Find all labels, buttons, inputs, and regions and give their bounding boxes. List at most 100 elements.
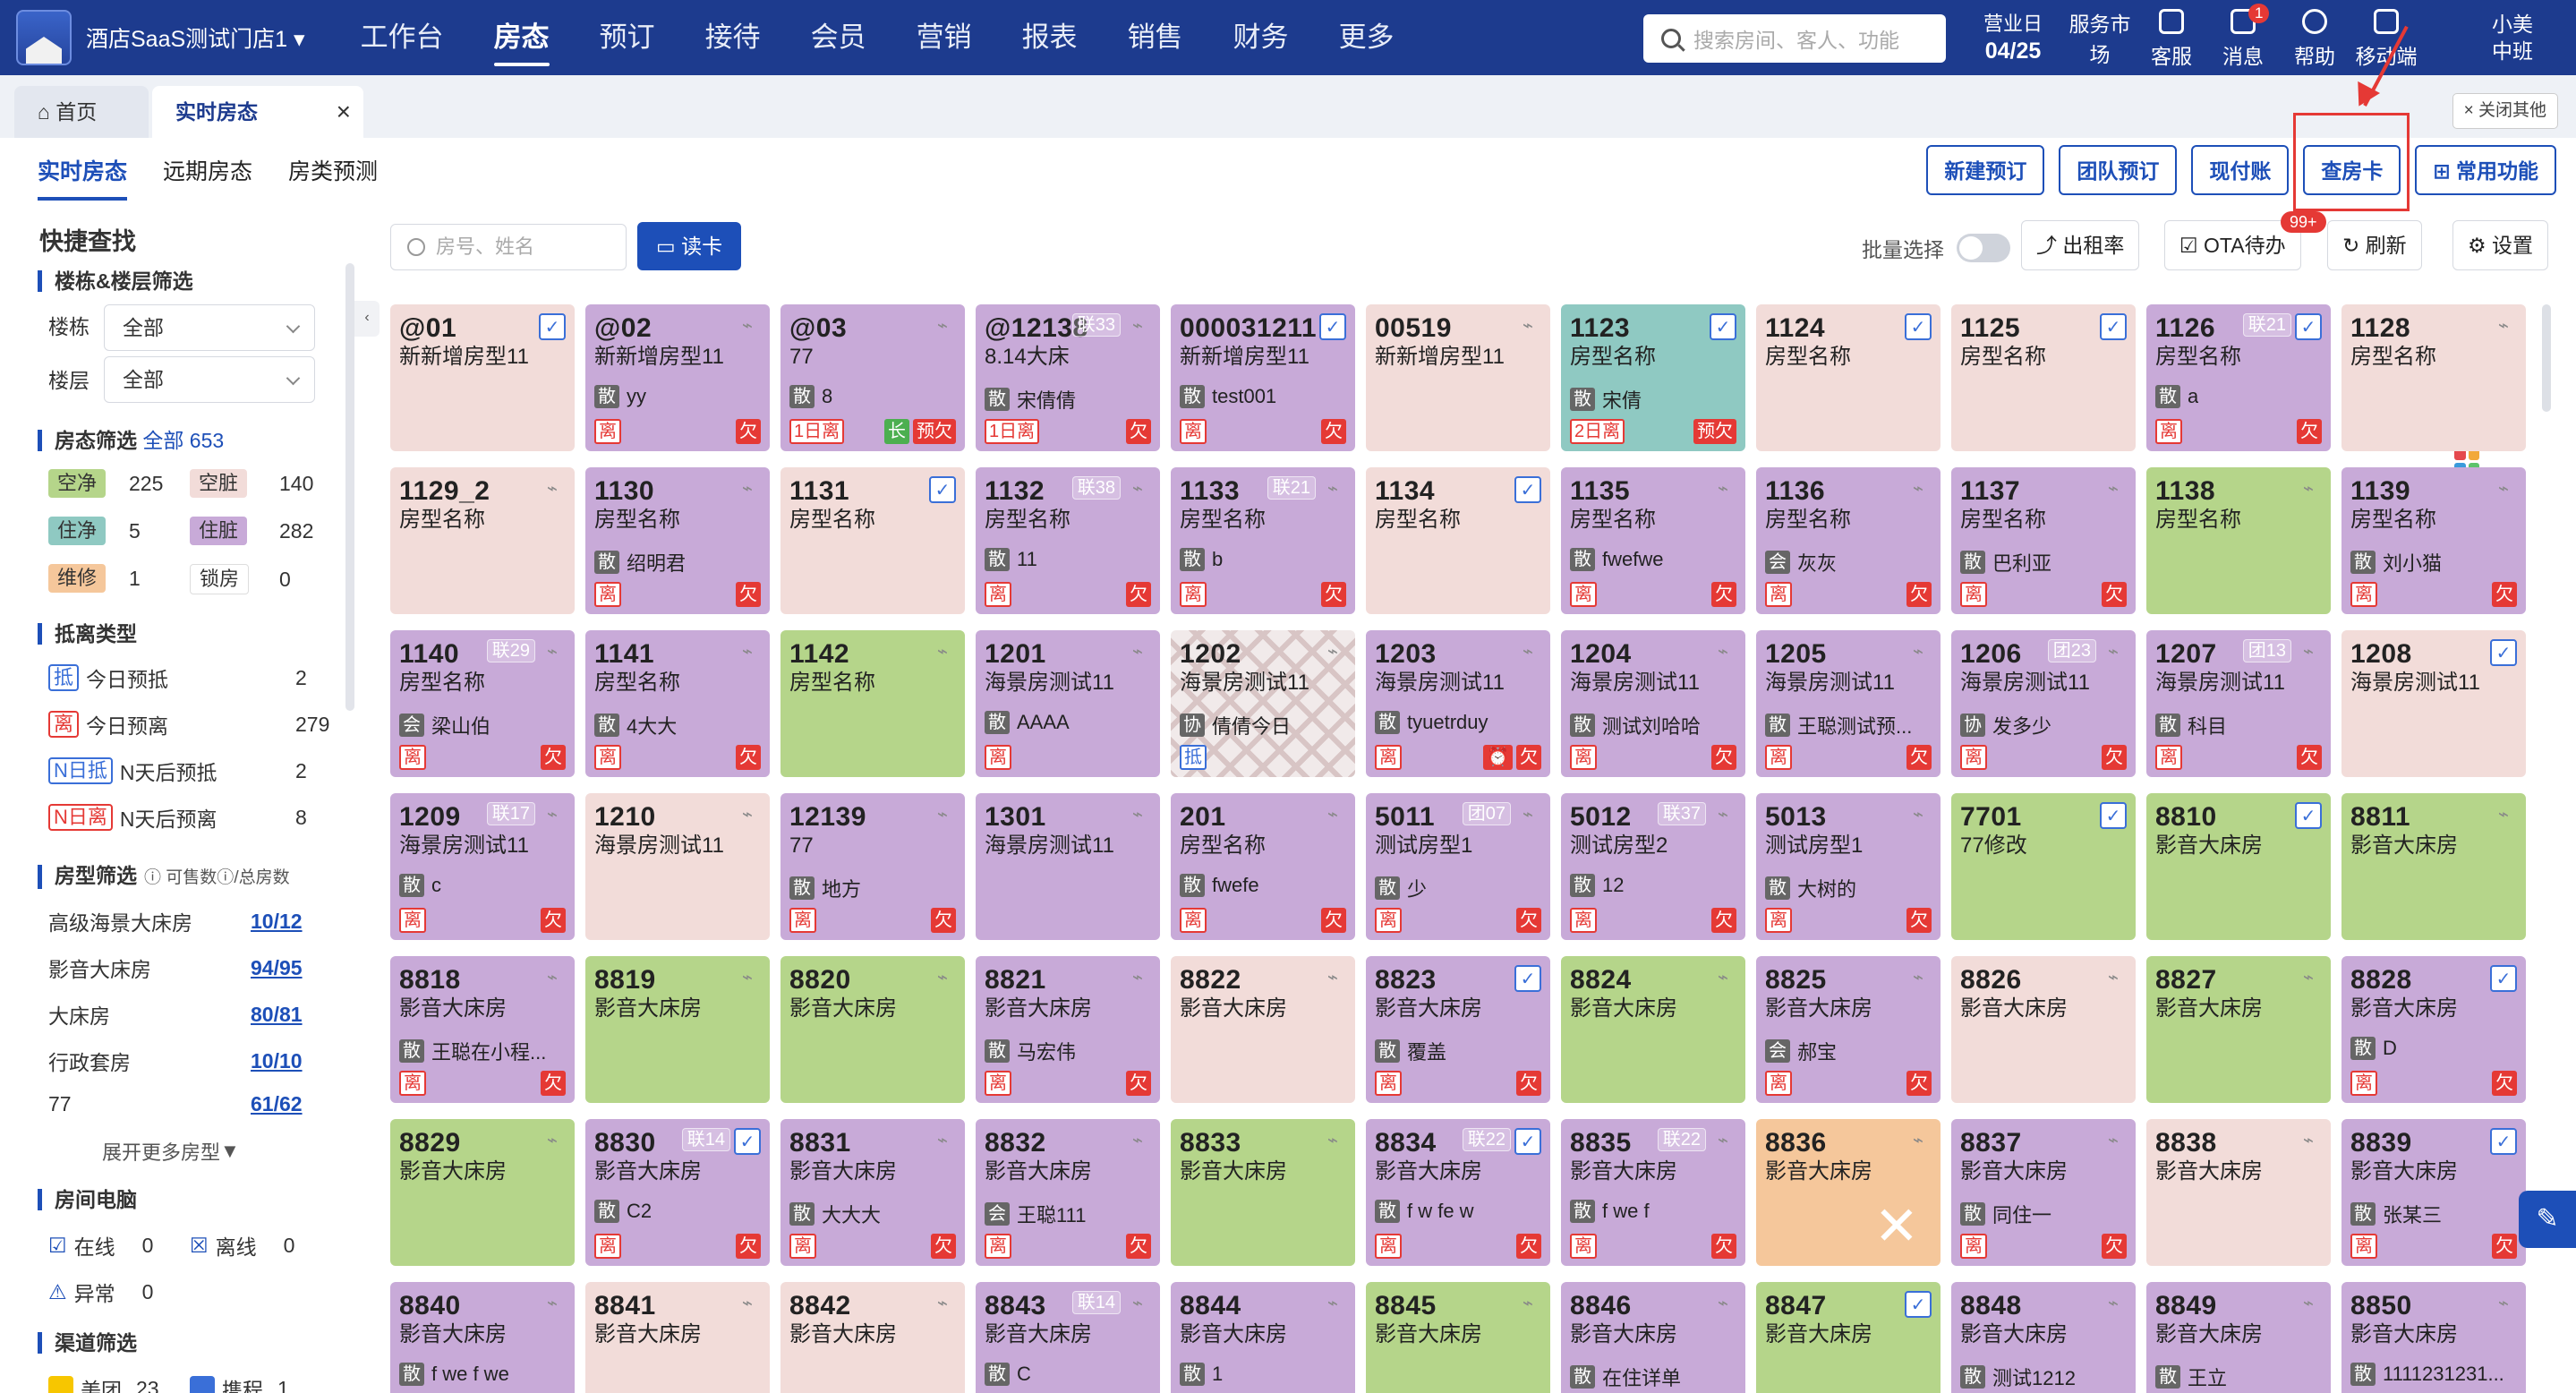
subtab-realtime[interactable]: 实时房态 bbox=[38, 154, 128, 201]
room-card[interactable]: 000031211 新新增房型11 ✓ 散 test001 离欠 bbox=[1171, 304, 1355, 451]
broom-icon[interactable]: ⌁ bbox=[539, 1128, 566, 1155]
read-card-button[interactable]: ▭ 读卡 bbox=[637, 222, 741, 270]
room-card[interactable]: 8828 影音大床房 ✓ 散 D 离欠 bbox=[2341, 956, 2526, 1103]
room-card[interactable]: 1136 房型名称 ⌁ 会灰灰离欠 bbox=[1756, 467, 1941, 614]
room-card[interactable]: 8850 影音大床房 ⌁ 散 1111231231... bbox=[2341, 1282, 2526, 1393]
room-card[interactable]: 8827 影音大床房 ⌁ bbox=[2146, 956, 2331, 1103]
room-card[interactable]: 1207 海景房测试11 团13 ⌁ 散科目离欠 bbox=[2146, 630, 2331, 777]
broom-icon[interactable]: ⌁ bbox=[734, 313, 761, 340]
room-card[interactable]: 8824 影音大床房 ⌁ bbox=[1561, 956, 1745, 1103]
room-card[interactable]: 8825 影音大床房 ⌁ 会郝宝离欠 bbox=[1756, 956, 1941, 1103]
room-card[interactable]: 8841 影音大床房 ⌁ bbox=[585, 1282, 770, 1393]
room-card[interactable]: 5011 测试房型1 团07 ⌁ 散少离欠 bbox=[1366, 793, 1550, 940]
broom-icon[interactable]: ⌁ bbox=[929, 1128, 956, 1155]
broom-icon[interactable]: ⌁ bbox=[734, 802, 761, 829]
room-card[interactable]: @02 新新增房型11 ⌁ 散 yy 离欠 bbox=[585, 304, 770, 451]
room-card[interactable]: 8818 影音大床房 ⌁ 散王聪在小程... 离欠 bbox=[390, 956, 575, 1103]
collapse-sidebar-icon[interactable]: ‹ bbox=[354, 301, 380, 337]
room-card[interactable]: 8847 影音大床房 ✓ bbox=[1756, 1282, 1941, 1393]
broom-icon[interactable]: ⌁ bbox=[2490, 476, 2517, 503]
broom-icon[interactable]: ⌁ bbox=[2100, 965, 2127, 992]
broom-icon[interactable]: ⌁ bbox=[929, 313, 956, 340]
roomtype-filter-2[interactable]: 大床房 80/81 bbox=[48, 999, 303, 1030]
room-card[interactable]: 1123 房型名称 ✓ 散宋倩 2日离 预欠 bbox=[1561, 304, 1745, 451]
broom-icon[interactable]: ⌁ bbox=[929, 965, 956, 992]
broom-icon[interactable]: ⌁ bbox=[1514, 639, 1541, 666]
clean-status-icon[interactable]: ✓ bbox=[1514, 965, 1541, 992]
clean-status-icon[interactable]: ✓ bbox=[1710, 313, 1736, 340]
broom-icon[interactable]: ⌁ bbox=[734, 1291, 761, 1318]
room-card[interactable]: 1202 海景房测试11 ⌁ 协倩倩今日抵 bbox=[1171, 630, 1355, 777]
global-search-input[interactable]: 搜索房间、客人、功能 bbox=[1643, 14, 1946, 63]
room-card[interactable]: 8835 影音大床房 联22 ⌁ 散 f we f离欠 bbox=[1561, 1119, 1745, 1266]
broom-icon[interactable]: ⌁ bbox=[539, 802, 566, 829]
cash-account-button[interactable]: 现付账 bbox=[2191, 145, 2290, 195]
room-card[interactable]: 1301 海景房测试11 ⌁ bbox=[976, 793, 1160, 940]
broom-icon[interactable]: ⌁ bbox=[539, 1291, 566, 1318]
arrival-filter-0[interactable]: 抵今日预抵 2 bbox=[48, 662, 307, 693]
room-card[interactable]: 1128 房型名称 ⌁ bbox=[2341, 304, 2526, 451]
ota-pending-button[interactable]: ☑ OTA待办 bbox=[2164, 220, 2301, 270]
broom-icon[interactable]: ⌁ bbox=[1124, 1128, 1151, 1155]
roomtype-avail[interactable]: 10/12 bbox=[251, 910, 303, 934]
broom-icon[interactable]: ⌁ bbox=[1710, 802, 1736, 829]
clean-status-icon[interactable]: ✓ bbox=[2295, 802, 2322, 829]
tab-home[interactable]: ⌂ 首页 bbox=[14, 86, 149, 138]
room-card[interactable]: @12138 8.14大床 联33 ⌁ 散宋倩倩 1日离欠 bbox=[976, 304, 1160, 451]
user-menu[interactable]: 小美 中班 bbox=[2492, 11, 2533, 64]
room-card[interactable]: 8844 影音大床房 ⌁ 散 1 bbox=[1171, 1282, 1355, 1393]
nav-item-2[interactable]: 预订 bbox=[600, 0, 655, 75]
pc-filter-0[interactable]: ☑ 在线 0 bbox=[48, 1230, 153, 1261]
nav-item-7[interactable]: 销售 bbox=[1128, 0, 1183, 75]
clean-status-icon[interactable]: ✓ bbox=[1514, 476, 1541, 503]
status-filter-1[interactable]: 空脏 140 bbox=[190, 469, 313, 498]
broom-icon[interactable]: ⌁ bbox=[1319, 476, 1346, 503]
clean-status-icon[interactable]: ✓ bbox=[1514, 1128, 1541, 1155]
room-card[interactable]: 1126 房型名称 联21 ✓ 散 a 离欠 bbox=[2146, 304, 2331, 451]
broom-icon[interactable]: ⌁ bbox=[2295, 476, 2322, 503]
clean-status-icon[interactable]: ✓ bbox=[2490, 1128, 2517, 1155]
status-all-filter[interactable]: 全部 653 bbox=[142, 429, 224, 452]
room-card[interactable]: 1206 海景房测试11 团23 ⌁ 协发多少离欠 bbox=[1951, 630, 2136, 777]
room-card[interactable]: 1131 房型名称 ✓ bbox=[780, 467, 965, 614]
broom-icon[interactable]: ⌁ bbox=[1905, 639, 1932, 666]
room-card[interactable]: 8822 影音大床房 ⌁ bbox=[1171, 956, 1355, 1103]
broom-icon[interactable]: ⌁ bbox=[2295, 1291, 2322, 1318]
room-card[interactable]: 1137 房型名称 ⌁ 散巴利亚离欠 bbox=[1951, 467, 2136, 614]
room-card[interactable]: 8811 影音大床房 ⌁ bbox=[2341, 793, 2526, 940]
room-card[interactable]: 8845 影音大床房 ⌁ bbox=[1366, 1282, 1550, 1393]
room-card[interactable]: 8843 影音大床房 联14 ⌁ 散 C bbox=[976, 1282, 1160, 1393]
broom-icon[interactable]: ⌁ bbox=[2295, 639, 2322, 666]
roomtype-filter-3[interactable]: 行政套房 10/10 bbox=[48, 1046, 303, 1076]
clean-status-icon[interactable]: ✓ bbox=[2490, 639, 2517, 666]
clean-status-icon[interactable]: ✓ bbox=[2100, 313, 2127, 340]
broom-icon[interactable]: ⌁ bbox=[929, 1291, 956, 1318]
new-booking-button[interactable]: 新建预订 bbox=[1926, 145, 2045, 195]
broom-icon[interactable]: ⌁ bbox=[1319, 802, 1346, 829]
status-filter-5[interactable]: 锁房 0 bbox=[190, 564, 291, 594]
room-card[interactable]: 1209 海景房测试11 联17 ⌁ 散 c 离欠 bbox=[390, 793, 575, 940]
arrival-filter-2[interactable]: N日抵 N天后预抵 2 bbox=[48, 756, 307, 786]
room-card[interactable]: 8836 影音大床房 ⌁ ✕ bbox=[1756, 1119, 1941, 1266]
broom-icon[interactable]: ⌁ bbox=[1710, 1291, 1736, 1318]
broom-icon[interactable]: ⌁ bbox=[929, 802, 956, 829]
broom-icon[interactable]: ⌁ bbox=[929, 639, 956, 666]
broom-icon[interactable]: ⌁ bbox=[734, 639, 761, 666]
status-filter-4[interactable]: 维修 1 bbox=[48, 564, 141, 593]
broom-icon[interactable]: ⌁ bbox=[539, 639, 566, 666]
channel-filter-0[interactable]: 美团 23 bbox=[48, 1373, 159, 1393]
roomtype-avail[interactable]: 10/10 bbox=[251, 1049, 303, 1073]
room-card[interactable]: 1139 房型名称 ⌁ 散刘小猫离欠 bbox=[2341, 467, 2526, 614]
status-filter-2[interactable]: 住净 5 bbox=[48, 517, 141, 545]
broom-icon[interactable]: ⌁ bbox=[2100, 476, 2127, 503]
room-card[interactable]: 00519 新新增房型11 ⌁ bbox=[1366, 304, 1550, 451]
top-help-button[interactable]: 帮助 bbox=[2279, 7, 2350, 70]
broom-icon[interactable]: ⌁ bbox=[1905, 476, 1932, 503]
room-card[interactable]: 1130 房型名称 ⌁ 散绍明君离欠 bbox=[585, 467, 770, 614]
clean-status-icon[interactable]: ✓ bbox=[1905, 1291, 1932, 1318]
broom-icon[interactable]: ⌁ bbox=[2490, 802, 2517, 829]
broom-icon[interactable]: ⌁ bbox=[539, 476, 566, 503]
tab-realtime-status[interactable]: 实时房态 × bbox=[152, 86, 363, 138]
status-filter-3[interactable]: 住脏 282 bbox=[190, 517, 313, 545]
room-card[interactable]: 1210 海景房测试11 ⌁ bbox=[585, 793, 770, 940]
